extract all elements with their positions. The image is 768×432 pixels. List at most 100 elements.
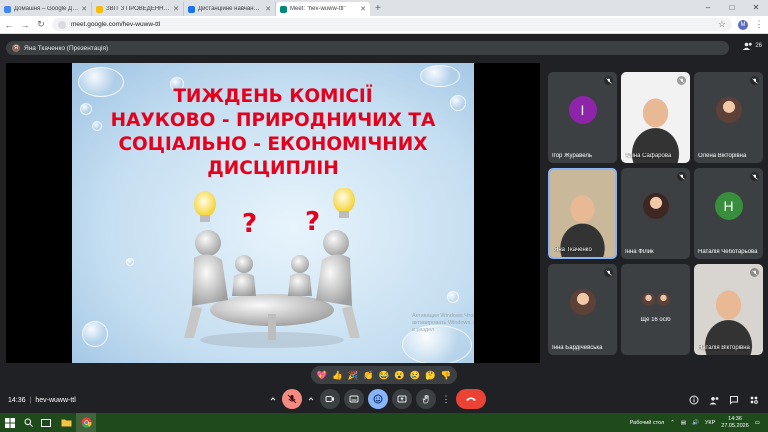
reactions-button[interactable] — [368, 389, 388, 409]
url-field[interactable]: meet.google.com/hev-wuww-ttl ☆ — [52, 18, 732, 31]
raise-hand-button[interactable] — [416, 389, 436, 409]
camera-options-button[interactable] — [306, 389, 316, 409]
participant-tile[interactable]: Наталія Вікторівна — [694, 264, 763, 355]
chrome-icon[interactable] — [76, 413, 96, 432]
browser-menu-icon[interactable]: ⋮ — [754, 19, 764, 30]
slide-title-line: ДИСЦИПЛІН — [207, 158, 339, 179]
meeting-code: hev-wuww-ttl — [35, 397, 76, 404]
desktop-label[interactable]: Рабочий стол — [630, 420, 665, 426]
mic-off-icon — [677, 76, 686, 85]
reaction-emoji[interactable]: 👎 — [441, 371, 452, 380]
leave-call-button[interactable] — [456, 389, 486, 409]
file-explorer-icon[interactable] — [56, 413, 76, 432]
tab-close-icon[interactable]: ✕ — [265, 5, 271, 13]
minimize-button[interactable]: – — [696, 0, 720, 14]
system-tray: Рабочий стол ⌃ ▤ 🔊 УКР 14:36 27.05.2026 … — [630, 413, 760, 432]
mic-options-button[interactable] — [268, 389, 278, 409]
bubble-decoration — [447, 291, 459, 303]
people-icon — [743, 42, 753, 50]
chat-icon[interactable] — [728, 394, 740, 406]
participant-avatar — [641, 293, 655, 307]
slide-title-line: НАУКОВО - ПРИРОДНИЧИХ ТА — [110, 110, 436, 131]
participant-name: Яна Ткаченко — [554, 247, 592, 253]
network-icon[interactable]: ▤ — [681, 420, 686, 426]
chevron-up-icon — [270, 397, 276, 401]
mic-off-icon — [750, 76, 759, 85]
slide-title: ТИЖДЕНЬ КОМІСІЇ НАУКОВО - ПРИРОДНИЧИХ ТА… — [72, 85, 474, 181]
reaction-emoji[interactable]: 🎉 — [348, 371, 359, 380]
participant-video — [694, 264, 763, 355]
tab-close-icon[interactable]: ✕ — [173, 5, 179, 13]
reaction-emoji[interactable]: 😢 — [410, 371, 421, 380]
reaction-emoji[interactable]: 👍 — [332, 371, 343, 380]
participant-name: Аліна Сафарова — [625, 153, 672, 159]
activities-icon[interactable] — [748, 394, 760, 406]
people-icon[interactable] — [708, 394, 720, 406]
clock[interactable]: 14:36 27.05.2026 — [721, 416, 749, 430]
activation-watermark: Активация Windows Чтобы активировать Win… — [412, 313, 474, 333]
participant-name: Інна Бардічевська — [552, 345, 603, 351]
close-window-button[interactable]: ✕ — [744, 0, 768, 14]
bookmark-star-icon[interactable]: ☆ — [718, 19, 726, 30]
participant-tile[interactable]: Яна Ткаченко — [548, 168, 617, 259]
question-mark-icon: ? — [242, 209, 257, 239]
browser-tab[interactable]: Дистанційне навчання в ВСП✕ — [184, 2, 276, 16]
participant-tile[interactable]: Н Наталія Чеботарьова — [694, 168, 763, 259]
participant-tile[interactable]: І Ігор Журавель — [548, 72, 617, 163]
tab-favicon-icon — [4, 5, 11, 13]
maximize-button[interactable]: □ — [720, 0, 744, 14]
slide: ТИЖДЕНЬ КОМІСІЇ НАУКОВО - ПРИРОДНИЧИХ ТА… — [72, 63, 474, 363]
reaction-emoji[interactable]: 🤔 — [425, 371, 436, 380]
side-panel-controls — [688, 394, 760, 406]
tab-favicon-icon — [188, 5, 195, 13]
chevron-up-icon[interactable]: ⌃ — [670, 420, 675, 426]
new-tab-button[interactable]: + — [375, 2, 381, 16]
mic-toggle-button[interactable] — [282, 389, 302, 409]
tab-close-icon[interactable]: ✕ — [360, 5, 366, 13]
camera-toggle-button[interactable] — [320, 389, 340, 409]
reaction-emoji[interactable]: 😂 — [379, 371, 390, 380]
reload-icon[interactable]: ↻ — [36, 19, 46, 30]
task-view-icon[interactable] — [36, 413, 56, 432]
lightbulb-icon — [194, 191, 216, 222]
participant-tile[interactable]: Інна Бардічевська — [548, 264, 617, 355]
slide-title-line: ТИЖДЕНЬ КОМІСІЇ — [173, 86, 373, 107]
captions-button[interactable] — [344, 389, 364, 409]
more-participants-tile[interactable]: Ще 16 осіб — [621, 264, 690, 355]
participant-avatar — [715, 97, 742, 124]
volume-icon[interactable]: 🔊 — [692, 420, 699, 426]
more-participants-avatars — [641, 293, 670, 307]
reaction-emoji[interactable]: 👏 — [363, 371, 374, 380]
present-button[interactable] — [392, 389, 412, 409]
language-indicator[interactable]: УКР — [705, 420, 715, 426]
clock-time: 14:36 — [728, 415, 742, 422]
bubble-decoration — [82, 321, 108, 347]
forward-icon[interactable]: → — [20, 20, 30, 30]
browser-tab[interactable]: ЗВІТ З ПРОВЕДЕННЯ ТИЖНЯ✕ — [92, 2, 184, 16]
profile-avatar[interactable]: M — [738, 19, 748, 30]
presentation-view[interactable]: ТИЖДЕНЬ КОМІСІЇ НАУКОВО - ПРИРОДНИЧИХ ТА… — [6, 63, 540, 363]
participant-name: Ще 16 осіб — [640, 316, 671, 323]
reaction-emoji[interactable]: 😮 — [394, 371, 405, 380]
address-bar: ← → ↻ meet.google.com/hev-wuww-ttl ☆ M ⋮ — [0, 16, 768, 34]
participant-tile[interactable]: Аліна Сафарова — [621, 72, 690, 163]
windows-start-icon[interactable] — [0, 413, 20, 432]
tab-title: Домашня – Google Диск — [14, 6, 79, 12]
browser-tab[interactable]: Домашня – Google Диск ✕ — [0, 2, 92, 16]
site-info-icon[interactable] — [58, 20, 66, 29]
browser-tab[interactable]: Meet: "hev-wuww-ttl" ✕ — [276, 2, 370, 16]
people-button[interactable]: 26 — [743, 42, 762, 50]
notifications-icon[interactable]: ▭ — [755, 420, 760, 426]
tab-favicon-icon — [280, 5, 287, 13]
participant-tile[interactable]: Інна Філик — [621, 168, 690, 259]
tab-close-icon[interactable]: ✕ — [81, 5, 87, 13]
reaction-emoji[interactable]: 💖 — [316, 371, 327, 380]
question-mark-icon: ? — [305, 207, 320, 237]
participant-tile[interactable]: Олена Вікторівна — [694, 72, 763, 163]
info-icon[interactable] — [688, 394, 700, 406]
more-options-button[interactable]: ⋮ — [440, 389, 452, 409]
meet-area: Я Яна Ткаченко (Презентація) 26 ТИЖДЕНЬ … — [0, 35, 768, 413]
back-icon[interactable]: ← — [4, 20, 14, 30]
window-controls: – □ ✕ — [696, 0, 768, 14]
search-icon[interactable] — [20, 413, 36, 432]
